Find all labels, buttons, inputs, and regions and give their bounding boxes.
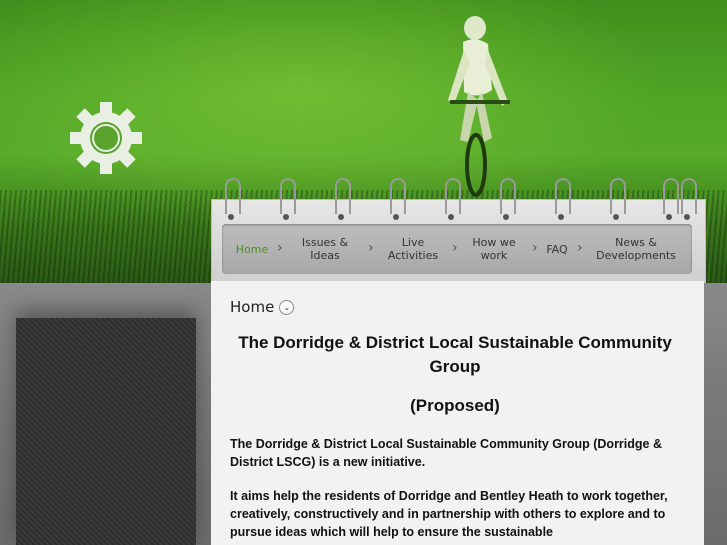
ring bbox=[663, 178, 679, 220]
breadcrumb-label: Home bbox=[230, 298, 275, 316]
ring bbox=[610, 178, 626, 220]
sidebar-panel bbox=[16, 318, 196, 545]
nav-live-activities[interactable]: Live Activities bbox=[382, 224, 444, 274]
nav-issues-ideas[interactable]: Issues & Ideas bbox=[293, 224, 357, 274]
cyclist-image bbox=[448, 16, 510, 197]
ring bbox=[390, 178, 406, 220]
chevron-right-icon: › bbox=[452, 240, 458, 256]
ring bbox=[445, 178, 461, 220]
page-title: The Dorridge & District Local Sustainabl… bbox=[238, 333, 672, 376]
ring bbox=[225, 178, 241, 220]
chevron-down-icon[interactable]: ⌄ bbox=[279, 299, 295, 315]
ring bbox=[681, 178, 697, 220]
chevron-right-icon: › bbox=[532, 240, 538, 256]
page-subtitle: (Proposed) bbox=[410, 396, 500, 415]
ring bbox=[280, 178, 296, 220]
aims-paragraph: It aims help the residents of Dorridge a… bbox=[230, 489, 668, 539]
nav-home[interactable]: Home bbox=[232, 224, 272, 274]
intro-paragraph: The Dorridge & District Local Sustainabl… bbox=[230, 437, 662, 469]
ring bbox=[500, 178, 516, 220]
nav-news-developments[interactable]: News & Developments bbox=[592, 224, 680, 274]
chevron-right-icon: › bbox=[277, 240, 283, 256]
chevron-right-icon: › bbox=[368, 240, 374, 256]
chevron-right-icon: › bbox=[577, 240, 583, 256]
breadcrumb: Home ⌄ bbox=[230, 298, 295, 316]
ring bbox=[335, 178, 351, 220]
gear-icon bbox=[70, 102, 142, 174]
ring bbox=[555, 178, 571, 220]
nav-how-we-work[interactable]: How we work bbox=[464, 224, 524, 274]
spiral-rings bbox=[211, 178, 704, 220]
nav-faq[interactable]: FAQ bbox=[543, 224, 571, 274]
